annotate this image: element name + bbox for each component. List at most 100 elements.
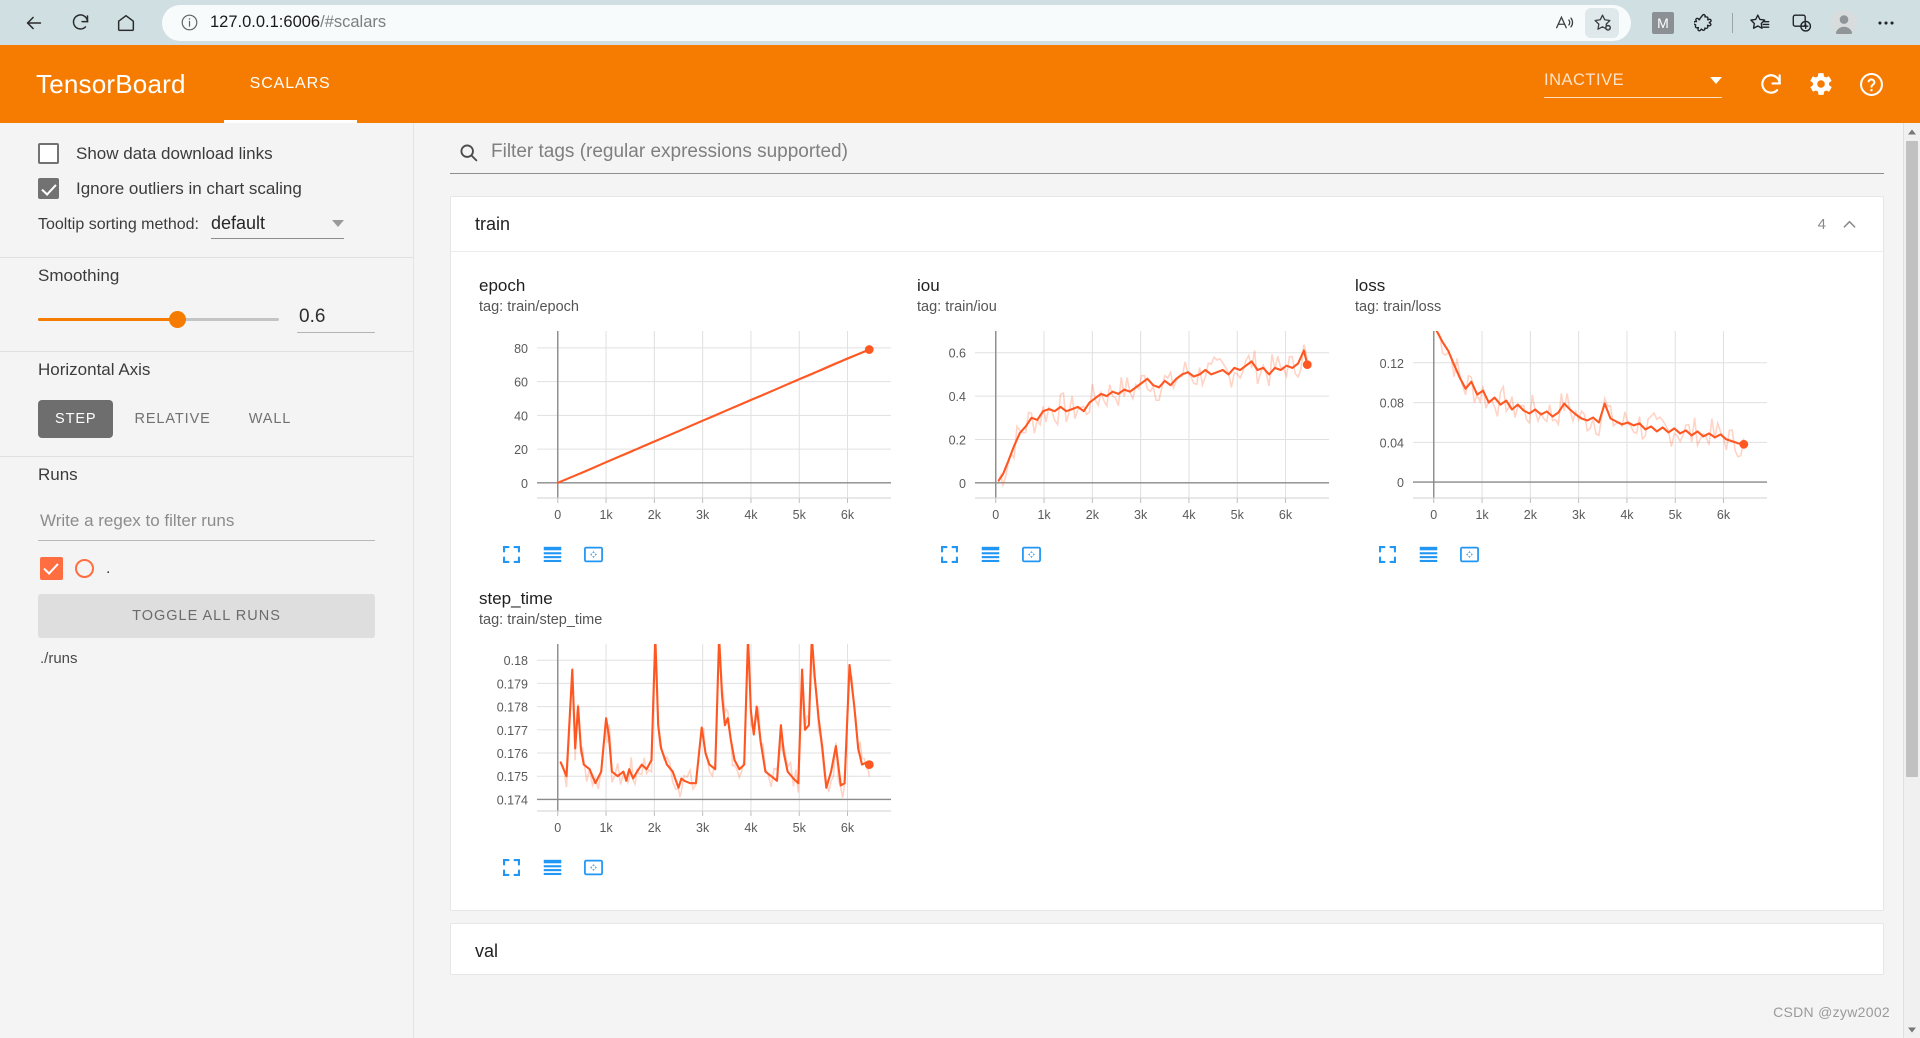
tooltip-sorting-select[interactable]: default [210,213,344,239]
toggle-all-runs-button[interactable]: TOGGLE ALL RUNS [38,594,375,638]
tensorboard-header: TensorBoard SCALARS INACTIVE [0,45,1920,123]
ignore-outliers-checkbox[interactable] [38,178,59,199]
axis-option-wall[interactable]: WALL [232,400,309,438]
scroll-down-arrow-icon[interactable] [1904,1021,1920,1038]
profile-avatar-icon[interactable] [1824,5,1864,41]
more-options-icon[interactable] [1866,5,1906,41]
address-bar[interactable]: 127.0.0.1:6006/#scalars [162,4,1631,41]
chart-plot-iou[interactable]: 0 0.2 0.4 0.6 0 1k 2k 3k 4k 5k 6k [917,325,1347,540]
chart-card-epoch: epoch tag: train/epoch 0 20 40 60 80 0 1k 2k 3k 4… [471,266,909,579]
run-color-circle-icon [75,559,94,578]
chart-tag: tag: train/epoch [479,299,579,315]
chart-tag: tag: train/step_time [479,612,603,628]
svg-text:0: 0 [521,477,528,491]
chart-title: iou [917,276,940,295]
run-status-dropdown[interactable]: INACTIVE [1544,71,1722,98]
svg-text:4k: 4k [744,508,758,522]
svg-text:60: 60 [514,376,528,390]
extensions-icon[interactable] [1685,5,1725,41]
back-button[interactable] [14,5,54,41]
chart-card-iou: iou tag: train/iou 0 0.2 0.4 0.6 0 1k 2k 3k 4k 5k… [909,266,1347,579]
chart-toolbar [479,540,909,565]
tooltip-sorting-label: Tooltip sorting method: [38,216,199,233]
home-button[interactable] [106,5,146,41]
add-favorite-icon[interactable] [1585,7,1619,38]
search-icon [458,142,479,163]
data-table-icon[interactable] [980,544,1001,565]
smoothing-slider[interactable] [38,311,279,329]
show-download-links-row[interactable]: Show data download links [38,143,375,164]
data-table-icon[interactable] [542,857,563,878]
chart-plot-step-time[interactable]: 0.174 0.175 0.176 0.177 0.178 0.179 0.18 0 1k 2k 3… [479,638,909,853]
read-aloud-icon[interactable] [1547,8,1581,38]
chart-toolbar [1355,540,1785,565]
tag-filter-input[interactable]: Filter tags (regular expressions support… [491,141,848,163]
settings-button[interactable] [1798,61,1844,107]
ignore-outliers-row[interactable]: Ignore outliers in chart scaling [38,178,375,199]
profile-badge-icon[interactable]: M [1643,5,1683,41]
profile-badge-letter: M [1652,11,1674,34]
smoothing-value-input[interactable]: 0.6 [297,306,375,333]
svg-text:1k: 1k [599,508,613,522]
svg-text:2k: 2k [1086,508,1100,522]
header-spacer [357,45,1544,123]
slider-thumb[interactable] [169,311,187,328]
chevron-up-icon[interactable] [1840,215,1859,234]
svg-text:5k: 5k [1669,508,1683,522]
header-actions: INACTIVE [1544,45,1920,123]
watermark: CSDN @zyw2002 [1773,1004,1890,1020]
chart-toolbar [917,540,1347,565]
scroll-up-arrow-icon[interactable] [1904,123,1920,140]
svg-text:0.12: 0.12 [1380,357,1404,371]
svg-text:1k: 1k [599,821,613,835]
axis-option-step[interactable]: STEP [38,400,114,438]
expand-icon[interactable] [1377,544,1398,565]
data-table-icon[interactable] [1418,544,1439,565]
chart-card-step-time: step_time tag: train/step_time 0.174 0.17… [471,579,909,892]
scrollbar-thumb[interactable] [1906,141,1918,777]
fit-domain-icon[interactable] [583,857,604,878]
reload-data-button[interactable] [1748,61,1794,107]
group-title: val [475,941,499,961]
svg-text:3k: 3k [696,821,710,835]
collections-icon[interactable] [1740,5,1780,41]
help-button[interactable] [1848,61,1894,107]
main-inner: Filter tags (regular expressions support… [414,123,1920,975]
svg-text:40: 40 [514,409,528,423]
svg-text:6k: 6k [841,821,855,835]
svg-text:1k: 1k [1475,508,1489,522]
group-title: train [475,214,511,234]
url-text[interactable]: 127.0.0.1:6006/#scalars [210,13,1547,32]
expand-icon[interactable] [501,544,522,565]
split-screen-icon[interactable] [1782,5,1822,41]
reload-button[interactable] [60,5,100,41]
main-tabs: SCALARS [223,45,357,123]
fit-domain-icon[interactable] [1021,544,1042,565]
fit-domain-icon[interactable] [1459,544,1480,565]
svg-text:2k: 2k [1524,508,1538,522]
vertical-scrollbar[interactable] [1903,123,1920,1038]
svg-text:5k: 5k [793,508,807,522]
run-item[interactable]: . [38,557,375,580]
runs-filter-input[interactable]: Write a regex to filter runs [38,505,375,541]
smoothing-title: Smoothing [38,266,120,285]
svg-text:0: 0 [959,477,966,491]
run-checkbox[interactable] [40,557,63,580]
axis-option-relative[interactable]: RELATIVE [117,400,227,438]
group-header-train[interactable]: train 4 [451,197,1883,252]
fit-domain-icon[interactable] [583,544,604,565]
data-table-icon[interactable] [542,544,563,565]
expand-icon[interactable] [939,544,960,565]
chart-plot-epoch[interactable]: 0 20 40 60 80 0 1k 2k 3k 4k 5k 6k [479,325,909,540]
svg-text:0.177: 0.177 [497,724,528,738]
show-download-links-checkbox[interactable] [38,143,59,164]
site-info-icon[interactable] [178,12,200,34]
chart-plot-loss[interactable]: 0 0.04 0.08 0.12 0 1k 2k 3k 4k 5k 6k [1355,325,1785,540]
tag-filter-row[interactable]: Filter tags (regular expressions support… [450,123,1884,174]
group-header-val[interactable]: val [451,924,1883,974]
app-logo[interactable]: TensorBoard [0,45,224,123]
tab-scalars[interactable]: SCALARS [223,45,357,123]
svg-text:6k: 6k [1279,508,1293,522]
expand-icon[interactable] [501,857,522,878]
svg-text:3k: 3k [1572,508,1586,522]
